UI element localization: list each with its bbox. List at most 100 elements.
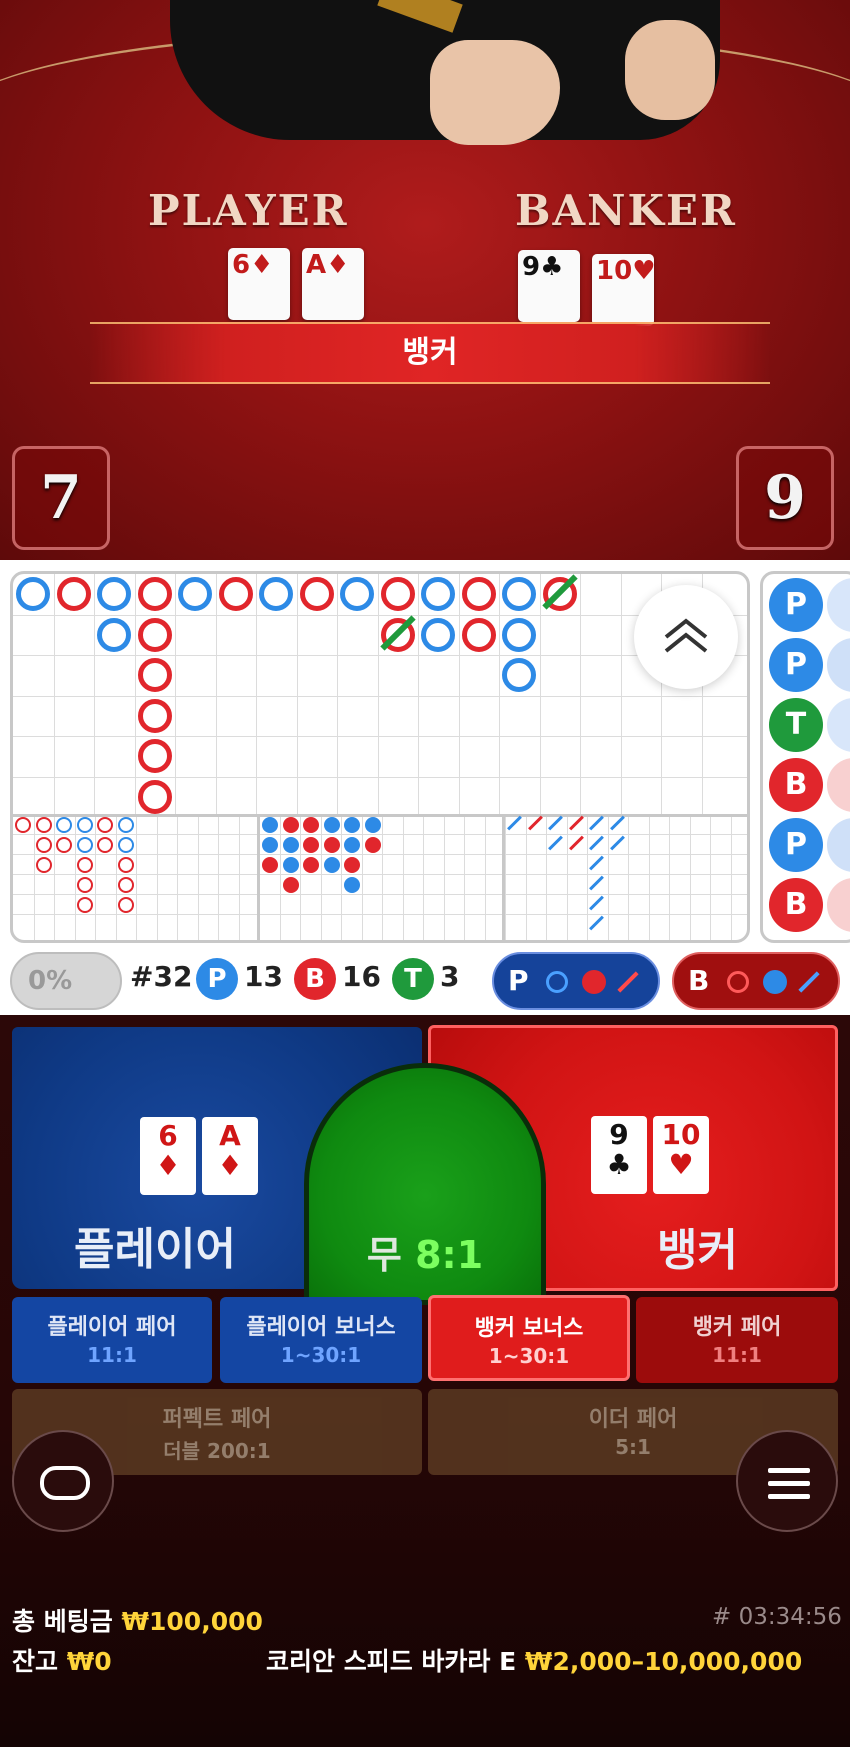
banker-wins-count: 16 xyxy=(342,960,381,993)
side-bet-odds: 11:1 xyxy=(87,1343,137,1367)
small-road-slash xyxy=(507,815,522,831)
banker-card-1: 9♣ xyxy=(518,250,580,322)
side-bet-odds: 11:1 xyxy=(712,1343,762,1367)
grid-line xyxy=(300,814,301,940)
small-road-dot xyxy=(364,837,381,853)
banker-bead xyxy=(218,577,253,611)
dot-icon xyxy=(762,970,787,994)
banker-bead xyxy=(137,617,172,652)
small-road-dot xyxy=(303,857,319,873)
small-road-dot xyxy=(303,817,319,833)
tie-wins-count: 3 xyxy=(440,960,460,993)
predict-letter: B xyxy=(688,964,710,997)
live-video-area: PLAYER BANKER 6♦ A♦ 9♣ 10♥ 뱅커 7 9 xyxy=(0,0,850,560)
ring-icon xyxy=(546,971,569,993)
grid-line xyxy=(382,814,383,940)
slash-icon xyxy=(797,971,820,993)
banker-predict-button[interactable]: B xyxy=(672,952,840,1010)
stats-bar: 0% #32 P 13 B 16 T 3 P B xyxy=(0,946,850,1012)
player-bead xyxy=(97,577,131,611)
grid-line xyxy=(256,574,257,814)
player-bead xyxy=(421,617,455,652)
round-count: #32 xyxy=(130,960,193,993)
side-bet-label: 플레이어 페어 xyxy=(47,1315,177,1340)
small-road-ring xyxy=(35,857,52,873)
player-predict-button[interactable]: P xyxy=(492,952,660,1010)
chat-button[interactable] xyxy=(12,1430,114,1532)
grid-line xyxy=(443,814,445,940)
small-road-dot xyxy=(364,817,381,833)
small-road-dot xyxy=(262,817,278,833)
small-road-ring xyxy=(117,897,134,913)
grid-line xyxy=(33,814,35,940)
predict-letter: P xyxy=(508,964,529,997)
grid-line xyxy=(402,814,404,940)
grid-line xyxy=(607,814,609,940)
grid-line xyxy=(525,814,527,940)
bead-road-item: P xyxy=(769,818,823,872)
side-bet-odds: 1~30:1 xyxy=(280,1343,362,1367)
banker-score: 9 xyxy=(736,446,834,550)
banker-pair-bet[interactable]: 뱅커 페어 11:1 xyxy=(636,1297,838,1383)
grid-line xyxy=(74,814,76,940)
small-road-ring xyxy=(97,837,113,853)
tie-bet-area[interactable]: 무 8:1 xyxy=(304,1063,546,1305)
bead-road-item-partial xyxy=(827,758,850,812)
player-wins-count: 13 xyxy=(244,960,283,993)
small-road-dot xyxy=(344,857,360,873)
grid-line xyxy=(341,814,342,940)
card-rank: 9 xyxy=(609,1118,629,1151)
side-bet-odds: 1~30:1 xyxy=(488,1344,570,1368)
tie-bet-label: 무 xyxy=(366,1233,402,1277)
section-divider xyxy=(257,814,260,940)
player-bonus-bet[interactable]: 플레이어 보너스 1~30:1 xyxy=(220,1297,422,1383)
bead-road-item: B xyxy=(769,878,823,932)
dot-icon xyxy=(582,970,607,994)
percent-toggle[interactable]: 0% xyxy=(10,952,122,1010)
player-mini-card-1: 6 ♦ xyxy=(140,1117,196,1195)
small-road-dot xyxy=(282,837,299,853)
grid-line xyxy=(361,814,363,940)
grid-line xyxy=(539,574,541,814)
grid-line xyxy=(215,574,217,814)
small-road-slash xyxy=(589,895,604,911)
collapse-roadmap-button[interactable] xyxy=(634,585,738,689)
small-road-dot xyxy=(344,837,360,853)
grid-line xyxy=(484,814,486,940)
banker-bead xyxy=(137,658,172,692)
table-name: 코리안 스피드 바카라 E xyxy=(266,1647,517,1676)
total-bet-value: ₩100,000 xyxy=(121,1607,263,1636)
small-road-slash xyxy=(548,835,563,851)
bead-road-column[interactable]: PPTBPB xyxy=(760,571,850,943)
grid-line xyxy=(458,574,460,814)
small-road-slash xyxy=(589,835,604,851)
small-road-ring xyxy=(117,817,134,833)
side-bet-label: 퍼펙트 페어 xyxy=(162,1407,272,1432)
player-pair-bet[interactable]: 플레이어 페어 11:1 xyxy=(12,1297,212,1383)
slash-icon xyxy=(617,971,639,993)
player-bead xyxy=(502,577,536,611)
menu-button[interactable] xyxy=(736,1430,838,1532)
small-road-ring xyxy=(35,837,52,853)
balance-value: ₩0 xyxy=(66,1647,112,1676)
banker-bonus-bet[interactable]: 뱅커 보너스 1~30:1 xyxy=(428,1295,630,1381)
banker-bead xyxy=(56,577,91,611)
grid-line xyxy=(499,574,500,814)
card-suit: ♣ xyxy=(540,252,564,282)
tie-wins-badge: T xyxy=(392,958,434,1000)
card-suit: ♥ xyxy=(668,1148,694,1181)
card-rank: 10 xyxy=(661,1118,701,1151)
card-suit: ♦ xyxy=(155,1149,181,1182)
small-road-slash xyxy=(568,835,584,851)
banker-bead xyxy=(137,577,172,611)
small-road-ring xyxy=(15,817,31,833)
grid-line xyxy=(730,814,732,940)
section-divider xyxy=(502,814,505,940)
card-rank: 6 xyxy=(232,250,251,280)
grid-line xyxy=(197,814,199,940)
small-road-slash xyxy=(548,815,563,831)
side-bet-label: 뱅커 보너스 xyxy=(474,1316,584,1341)
tie-odds: 8:1 xyxy=(415,1233,484,1277)
tie-bet-text: 무 8:1 xyxy=(309,1224,541,1279)
banker-zone-label: BANKER xyxy=(515,186,737,235)
